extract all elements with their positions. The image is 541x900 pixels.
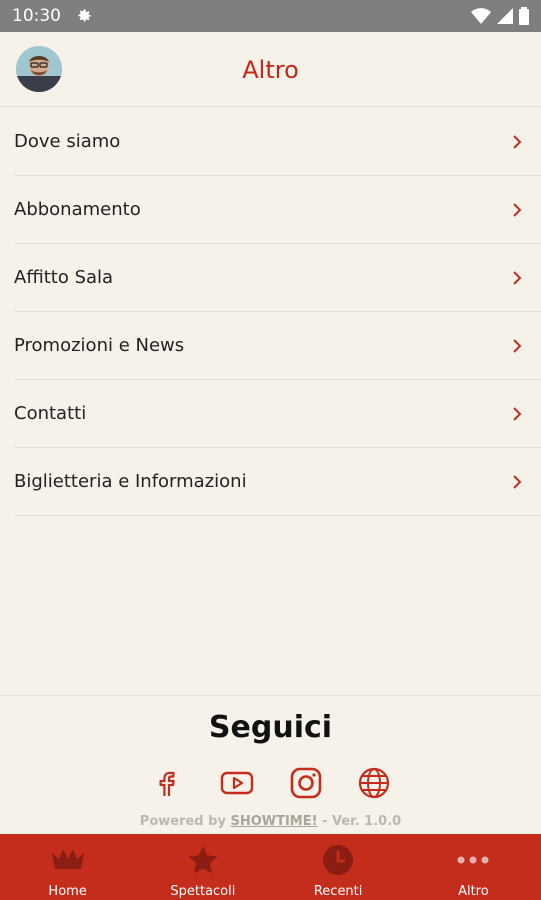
- tab-label: Altro: [458, 884, 489, 899]
- menu-item-contatti[interactable]: Contatti: [14, 380, 541, 448]
- menu-item-affitto-sala[interactable]: Affitto Sala: [14, 244, 541, 312]
- bottom-tab-bar: Home Spettacoli Recenti Altro: [0, 834, 541, 900]
- youtube-icon[interactable]: [220, 766, 254, 800]
- menu-item-dove-siamo[interactable]: Dove siamo: [14, 108, 541, 176]
- menu-item-label: Dove siamo: [14, 131, 121, 152]
- menu-item-biglietteria[interactable]: Biglietteria e Informazioni: [14, 448, 541, 516]
- tab-spettacoli[interactable]: Spettacoli: [135, 834, 270, 900]
- menu-list: Dove siamo Abbonamento Affitto Sala Prom…: [14, 108, 541, 516]
- menu-item-label: Affitto Sala: [14, 267, 114, 288]
- chevron-right-icon: [513, 202, 522, 217]
- follow-section: Seguici Powered by SHOWTIME! - Ver. 1.0.…: [0, 695, 541, 829]
- menu-item-label: Biglietteria e Informazioni: [14, 471, 247, 492]
- tab-altro[interactable]: Altro: [406, 834, 541, 900]
- page-title: Altro: [242, 56, 299, 84]
- menu-item-label: Abbonamento: [14, 199, 141, 220]
- chevron-right-icon: [513, 406, 522, 421]
- chevron-right-icon: [513, 338, 522, 353]
- chevron-right-icon: [513, 134, 522, 149]
- globe-icon[interactable]: [357, 766, 391, 800]
- menu-item-label: Promozioni e News: [14, 335, 185, 356]
- tab-label: Recenti: [313, 884, 363, 899]
- tab-recenti[interactable]: Recenti: [271, 834, 406, 900]
- powered-prefix: Powered by: [139, 814, 231, 829]
- more-dots-icon: [457, 856, 489, 864]
- gear-icon: [78, 9, 91, 22]
- menu-item-promozioni-news[interactable]: Promozioni e News: [14, 312, 541, 380]
- status-bar: 10:30: [0, 0, 541, 32]
- showtime-link[interactable]: SHOWTIME!: [230, 814, 317, 829]
- menu-item-abbonamento[interactable]: Abbonamento: [14, 176, 541, 244]
- chevron-right-icon: [513, 270, 522, 285]
- battery-icon: [519, 7, 529, 25]
- status-time: 10:30: [12, 6, 61, 26]
- clock-icon: [323, 845, 354, 875]
- chevron-right-icon: [513, 474, 522, 489]
- powered-suffix: - Ver. 1.0.0: [317, 814, 402, 829]
- crown-icon: [51, 849, 84, 869]
- tab-home[interactable]: Home: [0, 834, 135, 900]
- tab-label: Spettacoli: [170, 884, 236, 899]
- menu-item-label: Contatti: [14, 403, 87, 424]
- instagram-icon[interactable]: [289, 766, 323, 800]
- wifi-icon: [471, 8, 491, 24]
- signal-icon: [497, 8, 513, 24]
- powered-by-text: Powered by SHOWTIME! - Ver. 1.0.0: [0, 814, 541, 829]
- app-bar: Altro: [0, 32, 541, 107]
- star-icon: [188, 846, 218, 874]
- follow-title: Seguici: [208, 710, 333, 745]
- facebook-icon[interactable]: [150, 766, 184, 800]
- tab-label: Home: [48, 884, 87, 899]
- social-links: [0, 766, 541, 800]
